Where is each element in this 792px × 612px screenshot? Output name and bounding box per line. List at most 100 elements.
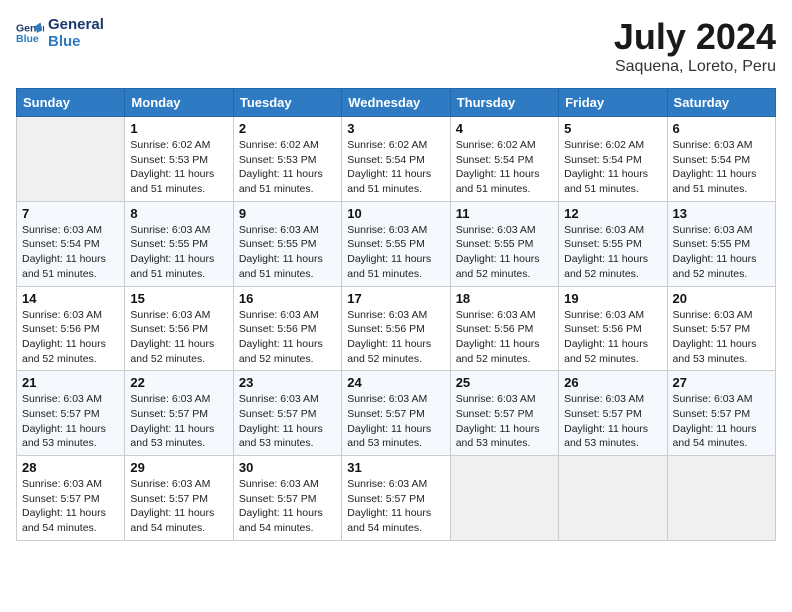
day-number: 18: [456, 291, 553, 306]
day-number: 2: [239, 121, 336, 136]
day-number: 10: [347, 206, 444, 221]
day-number: 27: [673, 375, 770, 390]
svg-text:Blue: Blue: [16, 33, 39, 45]
logo: General Blue General Blue: [16, 16, 104, 50]
calendar-title: July 2024: [614, 16, 776, 58]
week-row-5: 28Sunrise: 6:03 AM Sunset: 5:57 PM Dayli…: [17, 456, 776, 541]
day-number: 23: [239, 375, 336, 390]
day-cell: [667, 456, 775, 541]
day-number: 8: [130, 206, 227, 221]
day-cell: 3 Sunrise: 6:02 AM Sunset: 5:54 PM Daylig…: [342, 117, 450, 202]
day-info: Sunrise: 6:03 AM Sunset: 5:57 PM Dayligh…: [22, 392, 119, 451]
day-cell: 26Sunrise: 6:03 AM Sunset: 5:57 PM Dayli…: [559, 371, 667, 456]
day-info: Sunrise: 6:03 AM Sunset: 5:57 PM Dayligh…: [130, 477, 227, 536]
week-row-1: 1 Sunrise: 6:02 AM Sunset: 5:53 PM Daylig…: [17, 117, 776, 202]
title-block: July 2024 Saquena, Loreto, Peru: [614, 16, 776, 76]
day-cell: [559, 456, 667, 541]
day-cell: 21 Sunrise: 6:03 AM Sunset: 5:57 PM Dayli…: [17, 371, 125, 456]
day-cell: 19 Sunrise: 6:03 AM Sunset: 5:56 PM Dayli…: [559, 286, 667, 371]
col-header-tuesday: Tuesday: [233, 89, 341, 117]
day-info: Sunrise: 6:03 AM Sunset: 5:57 PM Dayligh…: [564, 392, 661, 451]
day-info: Sunrise: 6:03 AM Sunset: 5:56 PM Dayligh…: [564, 308, 661, 367]
week-row-3: 14 Sunrise: 6:03 AM Sunset: 5:56 PM Dayli…: [17, 286, 776, 371]
day-info: Sunrise: 6:03 AM Sunset: 5:56 PM Dayligh…: [130, 308, 227, 367]
day-cell: 5Sunrise: 6:02 AM Sunset: 5:54 PM Daylig…: [559, 117, 667, 202]
day-info: Sunrise: 6:03 AM Sunset: 5:56 PM Dayligh…: [456, 308, 553, 367]
day-info: Sunrise: 6:03 AM Sunset: 5:57 PM Dayligh…: [347, 477, 444, 536]
day-info: Sunrise: 6:03 AM Sunset: 5:55 PM Dayligh…: [673, 223, 770, 282]
day-number: 21: [22, 375, 119, 390]
day-cell: 18 Sunrise: 6:03 AM Sunset: 5:56 PM Dayli…: [450, 286, 558, 371]
day-cell: 10Sunrise: 6:03 AM Sunset: 5:55 PM Dayli…: [342, 201, 450, 286]
logo-general: General: [48, 16, 104, 33]
day-cell: 17 Sunrise: 6:03 AM Sunset: 5:56 PM Dayli…: [342, 286, 450, 371]
day-number: 1: [130, 121, 227, 136]
day-number: 17: [347, 291, 444, 306]
calendar-table: SundayMondayTuesdayWednesdayThursdayFrid…: [16, 88, 776, 541]
day-number: 9: [239, 206, 336, 221]
day-cell: 12Sunrise: 6:03 AM Sunset: 5:55 PM Dayli…: [559, 201, 667, 286]
day-info: Sunrise: 6:03 AM Sunset: 5:54 PM Dayligh…: [22, 223, 119, 282]
day-number: 13: [673, 206, 770, 221]
day-number: 31: [347, 460, 444, 475]
day-cell: 29 Sunrise: 6:03 AM Sunset: 5:57 PM Dayli…: [125, 456, 233, 541]
col-header-friday: Friday: [559, 89, 667, 117]
day-number: 7: [22, 206, 119, 221]
col-header-wednesday: Wednesday: [342, 89, 450, 117]
day-info: Sunrise: 6:02 AM Sunset: 5:54 PM Dayligh…: [456, 138, 553, 197]
day-info: Sunrise: 6:03 AM Sunset: 5:55 PM Dayligh…: [564, 223, 661, 282]
day-info: Sunrise: 6:03 AM Sunset: 5:57 PM Dayligh…: [239, 477, 336, 536]
day-info: Sunrise: 6:03 AM Sunset: 5:57 PM Dayligh…: [456, 392, 553, 451]
day-info: Sunrise: 6:03 AM Sunset: 5:57 PM Dayligh…: [130, 392, 227, 451]
calendar-subtitle: Saquena, Loreto, Peru: [614, 58, 776, 76]
day-info: Sunrise: 6:03 AM Sunset: 5:57 PM Dayligh…: [347, 392, 444, 451]
col-header-sunday: Sunday: [17, 89, 125, 117]
logo-blue: Blue: [48, 33, 104, 50]
day-cell: 8Sunrise: 6:03 AM Sunset: 5:55 PM Daylig…: [125, 201, 233, 286]
day-info: Sunrise: 6:02 AM Sunset: 5:54 PM Dayligh…: [347, 138, 444, 197]
day-cell: 9 Sunrise: 6:03 AM Sunset: 5:55 PM Daylig…: [233, 201, 341, 286]
day-info: Sunrise: 6:03 AM Sunset: 5:56 PM Dayligh…: [347, 308, 444, 367]
day-number: 16: [239, 291, 336, 306]
day-cell: 25 Sunrise: 6:03 AM Sunset: 5:57 PM Dayli…: [450, 371, 558, 456]
day-number: 20: [673, 291, 770, 306]
col-header-saturday: Saturday: [667, 89, 775, 117]
day-info: Sunrise: 6:03 AM Sunset: 5:55 PM Dayligh…: [456, 223, 553, 282]
day-cell: 30 Sunrise: 6:03 AM Sunset: 5:57 PM Dayli…: [233, 456, 341, 541]
day-cell: 23Sunrise: 6:03 AM Sunset: 5:57 PM Dayli…: [233, 371, 341, 456]
day-number: 30: [239, 460, 336, 475]
day-info: Sunrise: 6:03 AM Sunset: 5:56 PM Dayligh…: [239, 308, 336, 367]
day-cell: 13 Sunrise: 6:03 AM Sunset: 5:55 PM Dayli…: [667, 201, 775, 286]
day-info: Sunrise: 6:03 AM Sunset: 5:57 PM Dayligh…: [673, 308, 770, 367]
day-cell: 27Sunrise: 6:03 AM Sunset: 5:57 PM Dayli…: [667, 371, 775, 456]
col-header-monday: Monday: [125, 89, 233, 117]
day-info: Sunrise: 6:03 AM Sunset: 5:55 PM Dayligh…: [239, 223, 336, 282]
day-cell: [17, 117, 125, 202]
day-cell: 14 Sunrise: 6:03 AM Sunset: 5:56 PM Dayli…: [17, 286, 125, 371]
day-cell: 4 Sunrise: 6:02 AM Sunset: 5:54 PM Daylig…: [450, 117, 558, 202]
logo-icon: General Blue: [16, 19, 44, 47]
day-number: 4: [456, 121, 553, 136]
day-number: 19: [564, 291, 661, 306]
day-info: Sunrise: 6:02 AM Sunset: 5:53 PM Dayligh…: [130, 138, 227, 197]
week-row-4: 21 Sunrise: 6:03 AM Sunset: 5:57 PM Dayli…: [17, 371, 776, 456]
col-header-thursday: Thursday: [450, 89, 558, 117]
day-cell: 31 Sunrise: 6:03 AM Sunset: 5:57 PM Dayli…: [342, 456, 450, 541]
day-cell: 20 Sunrise: 6:03 AM Sunset: 5:57 PM Dayli…: [667, 286, 775, 371]
day-info: Sunrise: 6:03 AM Sunset: 5:57 PM Dayligh…: [22, 477, 119, 536]
day-cell: 2 Sunrise: 6:02 AM Sunset: 5:53 PM Daylig…: [233, 117, 341, 202]
day-info: Sunrise: 6:03 AM Sunset: 5:54 PM Dayligh…: [673, 138, 770, 197]
day-number: 25: [456, 375, 553, 390]
day-cell: 1 Sunrise: 6:02 AM Sunset: 5:53 PM Daylig…: [125, 117, 233, 202]
day-number: 3: [347, 121, 444, 136]
day-cell: 6Sunrise: 6:03 AM Sunset: 5:54 PM Daylig…: [667, 117, 775, 202]
day-info: Sunrise: 6:03 AM Sunset: 5:56 PM Dayligh…: [22, 308, 119, 367]
day-cell: 7 Sunrise: 6:03 AM Sunset: 5:54 PM Daylig…: [17, 201, 125, 286]
day-info: Sunrise: 6:02 AM Sunset: 5:54 PM Dayligh…: [564, 138, 661, 197]
day-cell: [450, 456, 558, 541]
day-info: Sunrise: 6:02 AM Sunset: 5:53 PM Dayligh…: [239, 138, 336, 197]
day-number: 29: [130, 460, 227, 475]
day-cell: 22Sunrise: 6:03 AM Sunset: 5:57 PM Dayli…: [125, 371, 233, 456]
day-cell: 24Sunrise: 6:03 AM Sunset: 5:57 PM Dayli…: [342, 371, 450, 456]
day-number: 14: [22, 291, 119, 306]
